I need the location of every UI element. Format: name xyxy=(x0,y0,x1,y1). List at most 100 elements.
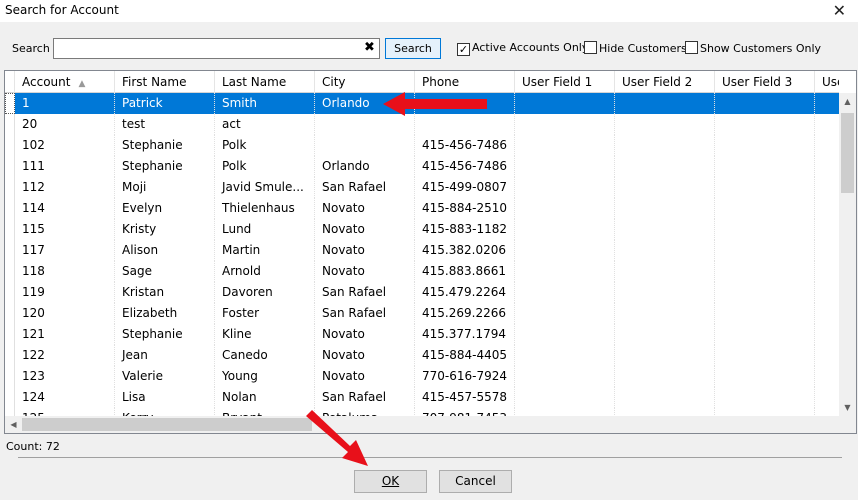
table-cell xyxy=(615,261,715,282)
table-cell xyxy=(615,156,715,177)
table-cell: Kristy xyxy=(115,219,215,240)
table-cell: 102 xyxy=(15,135,115,156)
table-row[interactable]: 117 Alison Martin Novato 415.382.0206 xyxy=(5,240,839,261)
ok-button[interactable]: OK xyxy=(354,470,427,493)
table-row[interactable]: 112 Moji Javid Smule... San Rafael 415-499-0… xyxy=(5,177,839,198)
table-cell xyxy=(815,345,839,366)
table-row[interactable]: 111 Stephanie Polk Orlando 415-456-7486 xyxy=(5,156,839,177)
hide-customers-checkbox[interactable]: Hide Customers xyxy=(584,41,687,55)
table-cell: 415.377.1794 xyxy=(415,324,515,345)
table-cell xyxy=(515,324,615,345)
column-header-user-field-2[interactable]: User Field 2 xyxy=(615,71,715,93)
column-header-account[interactable]: Account ▲ xyxy=(15,71,115,93)
table-cell: 124 xyxy=(15,387,115,408)
column-header-user-field-1[interactable]: User Field 1 xyxy=(515,71,615,93)
close-icon[interactable]: ✕ xyxy=(833,1,846,20)
show-customers-only-checkbox[interactable]: Show Customers Only xyxy=(685,41,821,55)
search-label: Search xyxy=(12,42,50,55)
table-cell: 415-456-7486 xyxy=(415,156,515,177)
table-cell xyxy=(715,345,815,366)
table-row[interactable]: 122 Jean Canedo Novato 415-884-4405 xyxy=(5,345,839,366)
sort-ascending-icon: ▲ xyxy=(78,79,86,89)
table-cell xyxy=(815,177,839,198)
table-cell xyxy=(415,114,515,135)
table-row[interactable]: 120 Elizabeth Foster San Rafael 415.269.2266 xyxy=(5,303,839,324)
table-row[interactable]: 115 Kristy Lund Novato 415-883-1182 xyxy=(5,219,839,240)
table-cell xyxy=(815,366,839,387)
scroll-thumb[interactable] xyxy=(841,113,854,193)
column-header-city[interactable]: City xyxy=(315,71,415,93)
table-cell: Novato xyxy=(315,219,415,240)
table-cell: Canedo xyxy=(215,345,315,366)
table-cell xyxy=(815,282,839,303)
table-cell xyxy=(515,303,615,324)
table-cell: act xyxy=(215,114,315,135)
search-input[interactable] xyxy=(53,38,380,59)
table-cell xyxy=(815,219,839,240)
table-row[interactable]: 20 test act xyxy=(5,114,839,135)
table-cell xyxy=(715,261,815,282)
column-header-user-field-3[interactable]: User Field 3 xyxy=(715,71,815,93)
horizontal-scrollbar[interactable]: ◀ ▶ xyxy=(5,416,851,433)
table-cell xyxy=(815,387,839,408)
table-row[interactable]: 1 Patrick Smith Orlando xyxy=(5,93,839,114)
scroll-thumb[interactable] xyxy=(22,418,312,431)
table-cell xyxy=(515,93,615,114)
table-cell: 120 xyxy=(15,303,115,324)
table-cell: Kline xyxy=(215,324,315,345)
table-cell: 770-616-7924 xyxy=(415,366,515,387)
table-cell xyxy=(715,135,815,156)
table-row[interactable]: 119 Kristan Davoren San Rafael 415.479.2264 xyxy=(5,282,839,303)
column-header-last-name[interactable]: Last Name xyxy=(215,71,315,93)
table-cell: Martin xyxy=(215,240,315,261)
table-cell: Alison xyxy=(115,240,215,261)
table-row[interactable]: 125KerryBryantPetaluma707-981-7453 xyxy=(5,408,839,416)
table-cell: Smith xyxy=(215,93,315,114)
table-row[interactable]: 123 Valerie Young Novato 770-616-7924 xyxy=(5,366,839,387)
grid-header: Account ▲ First Name Last Name City Phone… xyxy=(5,71,839,93)
table-cell: Stephanie xyxy=(115,135,215,156)
scroll-left-icon[interactable]: ◀ xyxy=(5,416,22,433)
table-cell xyxy=(815,135,839,156)
table-cell: 415.479.2264 xyxy=(415,282,515,303)
table-cell: 125 xyxy=(15,408,115,416)
table-cell: Nolan xyxy=(215,387,315,408)
table-row[interactable]: 118 Sage Arnold Novato 415.883.8661 xyxy=(5,261,839,282)
table-cell: 117 xyxy=(15,240,115,261)
table-cell: Evelyn xyxy=(115,198,215,219)
table-cell xyxy=(515,177,615,198)
table-row[interactable]: 124 Lisa Nolan San Rafael 415-457-5578 xyxy=(5,387,839,408)
table-cell xyxy=(615,387,715,408)
table-cell: Moji xyxy=(115,177,215,198)
search-button[interactable]: Search xyxy=(385,38,441,59)
table-cell: 119 xyxy=(15,282,115,303)
table-cell: Davoren xyxy=(215,282,315,303)
checkbox-icon[interactable] xyxy=(584,41,597,54)
scroll-down-icon[interactable]: ▼ xyxy=(839,399,856,416)
table-cell xyxy=(815,114,839,135)
table-cell: Stephanie xyxy=(115,156,215,177)
accounts-grid[interactable]: Account ▲ First Name Last Name City Phone… xyxy=(4,70,857,434)
vertical-scrollbar[interactable]: ▲ ▼ xyxy=(839,93,856,416)
table-cell: 121 xyxy=(15,324,115,345)
column-header-user-field-4[interactable]: User F xyxy=(815,71,839,93)
checkbox-icon[interactable] xyxy=(685,41,698,54)
clear-search-icon[interactable]: ✖ xyxy=(364,40,375,55)
table-cell: Elizabeth xyxy=(115,303,215,324)
table-cell xyxy=(615,135,715,156)
table-cell xyxy=(815,408,839,416)
table-cell xyxy=(815,324,839,345)
table-cell xyxy=(615,114,715,135)
column-header-first-name[interactable]: First Name xyxy=(115,71,215,93)
table-row[interactable]: 114 Evelyn Thielenhaus Novato 415-884-2510 xyxy=(5,198,839,219)
table-cell xyxy=(615,345,715,366)
checkbox-checked-icon[interactable]: ✓ xyxy=(457,43,470,56)
column-header-phone[interactable]: Phone xyxy=(415,71,515,93)
active-accounts-only-checkbox[interactable]: ✓ Active Accounts Only xyxy=(457,41,588,56)
scroll-up-icon[interactable]: ▲ xyxy=(839,93,856,110)
table-row[interactable]: 102 Stephanie Polk 415-456-7486 xyxy=(5,135,839,156)
table-cell: Bryant xyxy=(215,408,315,416)
table-cell xyxy=(615,282,715,303)
cancel-button[interactable]: Cancel xyxy=(439,470,512,493)
table-row[interactable]: 121 Stephanie Kline Novato 415.377.1794 xyxy=(5,324,839,345)
